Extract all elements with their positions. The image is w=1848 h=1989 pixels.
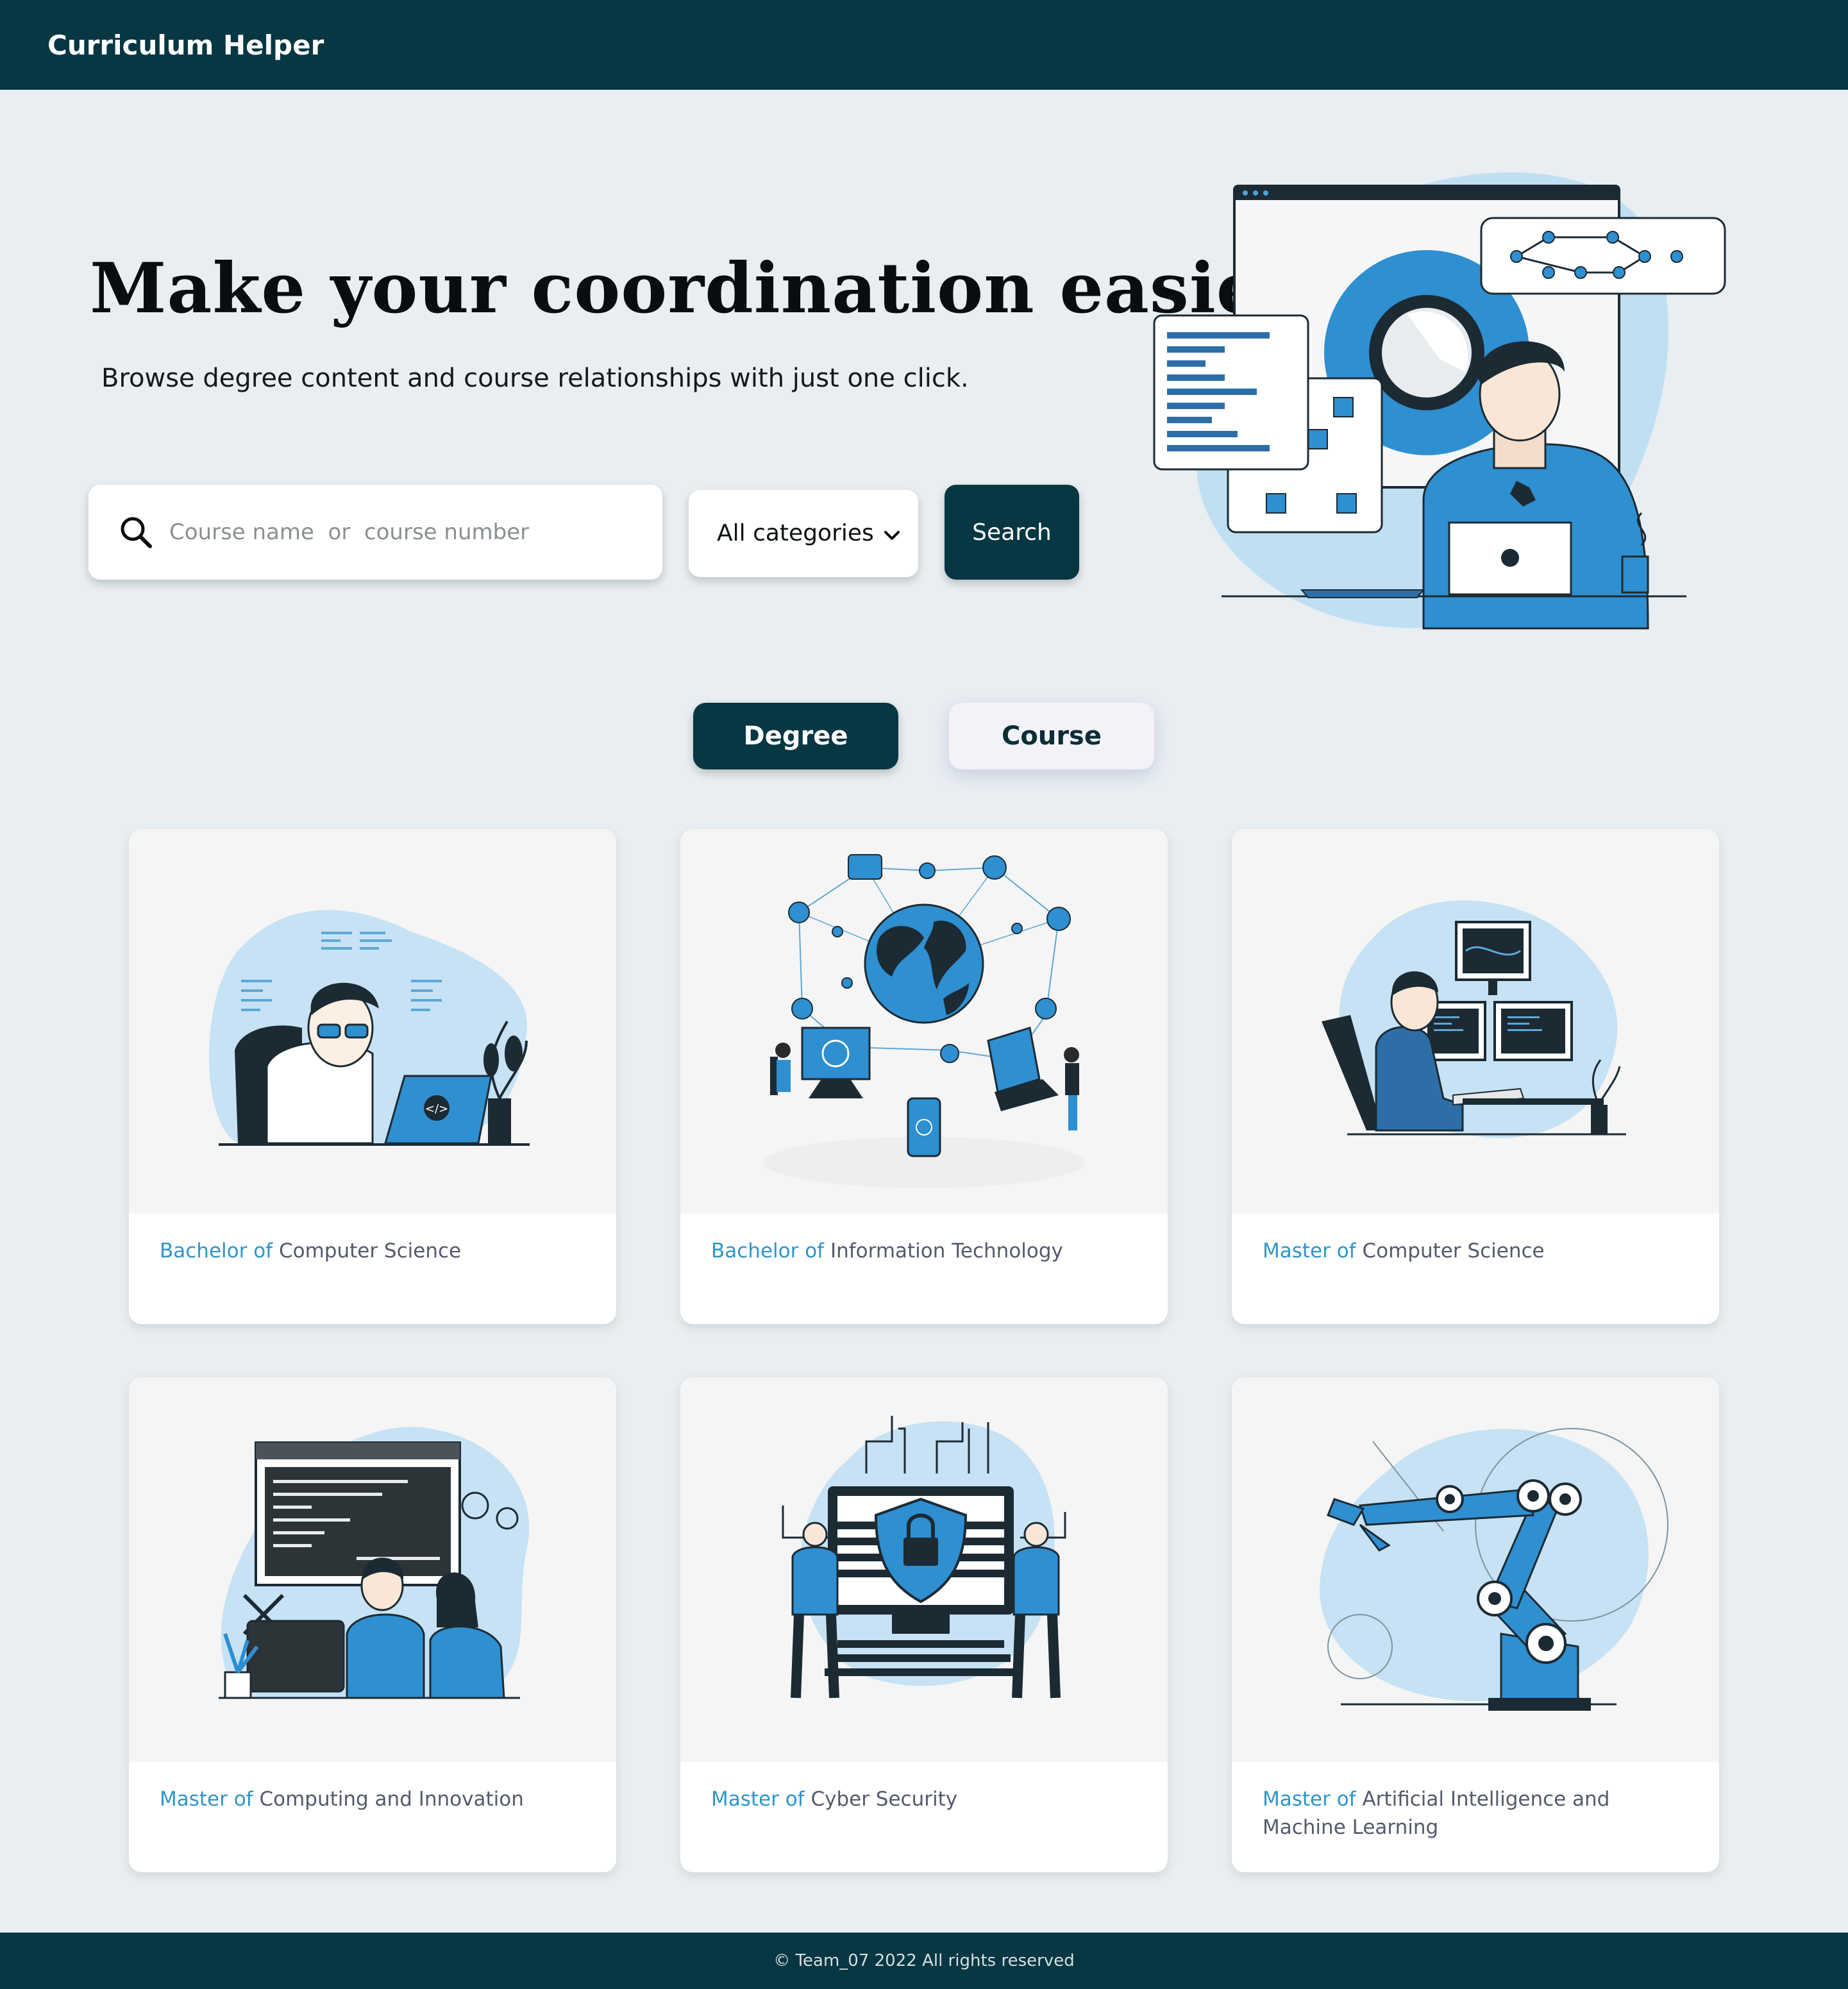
card-illustration [1232,1377,1719,1762]
footer: © Team_07 2022 All rights reserved [0,1933,1848,1989]
category-select[interactable]: All categories [689,490,918,577]
degree-card-master-ai-ml[interactable]: Master of Artificial Intelligence and Ma… [1232,1377,1719,1872]
card-title: Master of Computer Science [1263,1237,1699,1265]
card-title-name: Information Technology [830,1239,1063,1263]
card-title-name: Computer Science [1362,1239,1545,1263]
card-title-prefix: Master of [1263,1788,1356,1811]
card-title-name: Cyber Security [811,1788,958,1811]
card-illustration: </> [129,829,616,1214]
degree-card-bachelor-it[interactable]: Bachelor of Information Technology [680,829,1168,1324]
search-bar [88,485,662,580]
card-title-prefix: Master of [711,1788,805,1811]
card-title-name: Computer Science [278,1239,462,1263]
degree-card-master-computing-innovation[interactable]: Master of Computing and Innovation [129,1377,616,1872]
tab-degree[interactable]: Degree [693,703,898,769]
card-title: Bachelor of Computer Science [160,1237,596,1265]
svg-text:</>: </> [425,1102,448,1116]
search-input[interactable] [169,512,631,553]
chevron-down-icon [884,531,900,540]
card-title-prefix: Master of [1263,1239,1356,1263]
card-title-prefix: Master of [160,1788,253,1811]
app-brand[interactable]: Curriculum Helper [47,27,324,64]
card-illustration [680,829,1168,1214]
category-select-value: All categories [717,520,874,546]
card-illustration [680,1377,1168,1762]
hero-title: Make your coordination easier [90,248,1298,329]
top-navbar: Curriculum Helper [0,0,1848,90]
hero-subtitle: Browse degree content and course relatio… [101,364,969,393]
card-title: Master of Computing and Innovation [160,1785,596,1813]
degree-card-bachelor-cs[interactable]: </> Bachelor of Computer Science [129,829,616,1324]
card-title: Bachelor of Information Technology [711,1237,1147,1265]
search-icon [121,517,152,548]
search-button[interactable]: Search [945,485,1079,580]
card-title: Master of Cyber Security [711,1785,1147,1813]
card-illustration [129,1377,616,1762]
card-title-prefix: Bachelor of [711,1239,825,1263]
hero-illustration [1153,172,1726,630]
degree-card-master-cyber-security[interactable]: Master of Cyber Security [680,1377,1168,1872]
card-illustration [1232,829,1719,1214]
degree-card-master-cs[interactable]: Master of Computer Science [1232,829,1719,1324]
footer-copyright: © Team_07 2022 All rights reserved [773,1951,1075,1970]
card-title-name: Computing and Innovation [259,1788,524,1811]
tab-course[interactable]: Course [949,703,1154,769]
card-title-prefix: Bachelor of [160,1239,273,1263]
card-title: Master of Artificial Intelligence and Ma… [1263,1785,1699,1842]
